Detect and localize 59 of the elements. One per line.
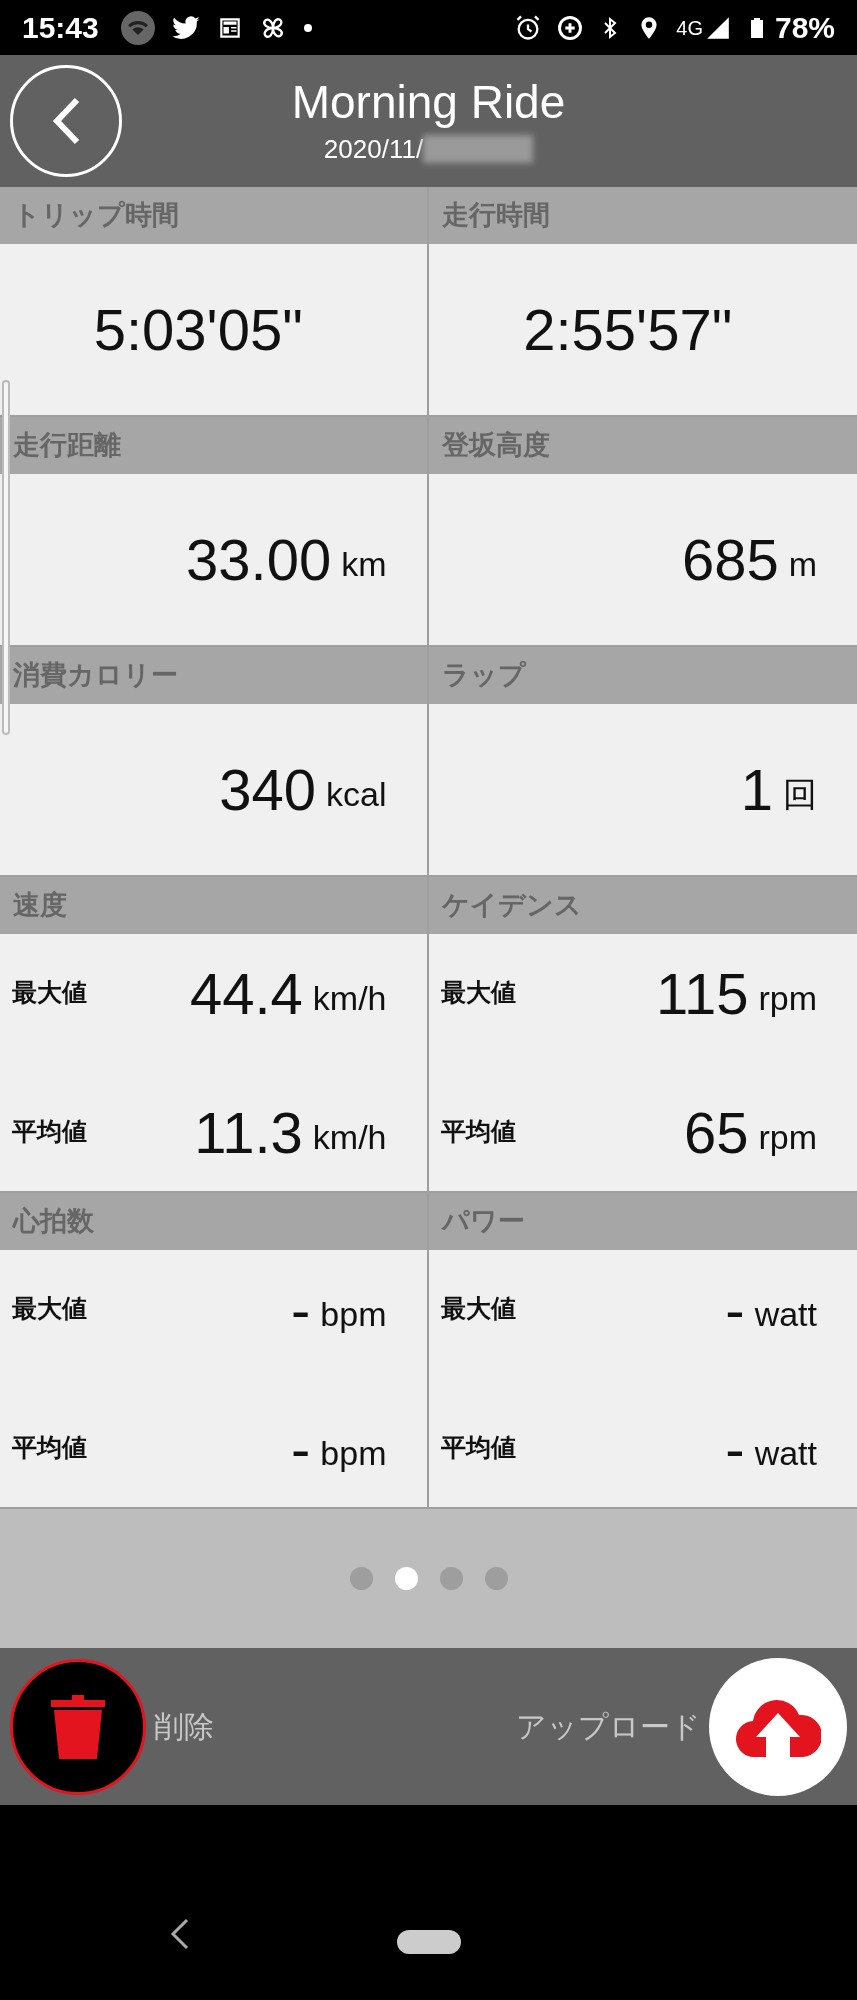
stat-label: 平均値 [12, 1432, 88, 1464]
section-label: 走行距離 [13, 429, 121, 463]
section-label: 消費カロリー [13, 659, 178, 693]
stat-label: 平均値 [440, 1116, 517, 1148]
dot-icon [302, 22, 313, 33]
stat-label: 最大値 [440, 1293, 517, 1325]
stat-value: - [725, 1275, 745, 1344]
stat-value: - [725, 1414, 745, 1483]
stat-value: 115 [655, 959, 749, 1028]
stat-unit: rpm [758, 1116, 817, 1158]
section-label: ラップ [441, 659, 526, 693]
section-label: 走行時間 [441, 199, 550, 233]
stat-value: - [291, 1414, 311, 1483]
stat-label: 平均値 [12, 1116, 88, 1148]
activity-date: 2020/11/ [323, 132, 424, 166]
activity-title: Morning Ride [291, 74, 566, 130]
signal-icon [704, 14, 731, 41]
data-saver-icon [556, 13, 585, 42]
stat-value: 340 [219, 756, 317, 824]
section-label: パワー [441, 1205, 525, 1239]
stat-unit: 回 [783, 774, 817, 815]
back-button[interactable] [10, 65, 122, 177]
stat-value: 33.00 [186, 526, 332, 594]
section-label: 登坂高度 [441, 429, 550, 463]
stat-unit: bpm [320, 1293, 387, 1335]
trash-icon [51, 1694, 105, 1759]
stat-unit: km/h [312, 977, 387, 1019]
stat-value: 65 [683, 1098, 749, 1167]
stat-value: 685 [681, 526, 779, 594]
stat-label: 最大値 [12, 1293, 88, 1325]
stat-value: 11.3 [194, 1098, 303, 1167]
stat-unit: rpm [758, 977, 817, 1019]
stat-unit: bpm [320, 1432, 387, 1474]
stat-value: 2:55'57" [523, 296, 733, 364]
stat-value: - [291, 1275, 311, 1344]
battery-percent: 78% [774, 10, 835, 46]
stat-unit: watt [754, 1293, 817, 1335]
stat-unit: km/h [312, 1116, 387, 1158]
stat-unit: kcal [326, 774, 387, 815]
network-type: 4G [676, 15, 703, 41]
clock-time: 15:43 [22, 10, 99, 46]
section-label: 心拍数 [13, 1205, 94, 1239]
stat-value: 44.4 [189, 959, 303, 1028]
stat-value: 5:03'05" [93, 296, 303, 364]
delete-label: 削除 [154, 1709, 214, 1745]
stat-unit: m [788, 544, 817, 585]
section-label: 速度 [13, 889, 67, 923]
section-label: トリップ時間 [13, 199, 179, 233]
stat-unit: watt [754, 1432, 817, 1474]
stat-label: 平均値 [440, 1432, 517, 1464]
home-pill[interactable] [396, 1930, 461, 1954]
upload-label: アップロード [516, 1709, 701, 1745]
stat-value: 1 [740, 756, 773, 824]
stat-label: 最大値 [12, 977, 88, 1009]
section-label: ケイデンス [441, 889, 582, 923]
stat-label: 最大値 [440, 977, 517, 1009]
nav-back-icon[interactable] [170, 1918, 190, 1950]
wifi-icon [120, 10, 155, 45]
stat-unit: km [341, 544, 387, 585]
